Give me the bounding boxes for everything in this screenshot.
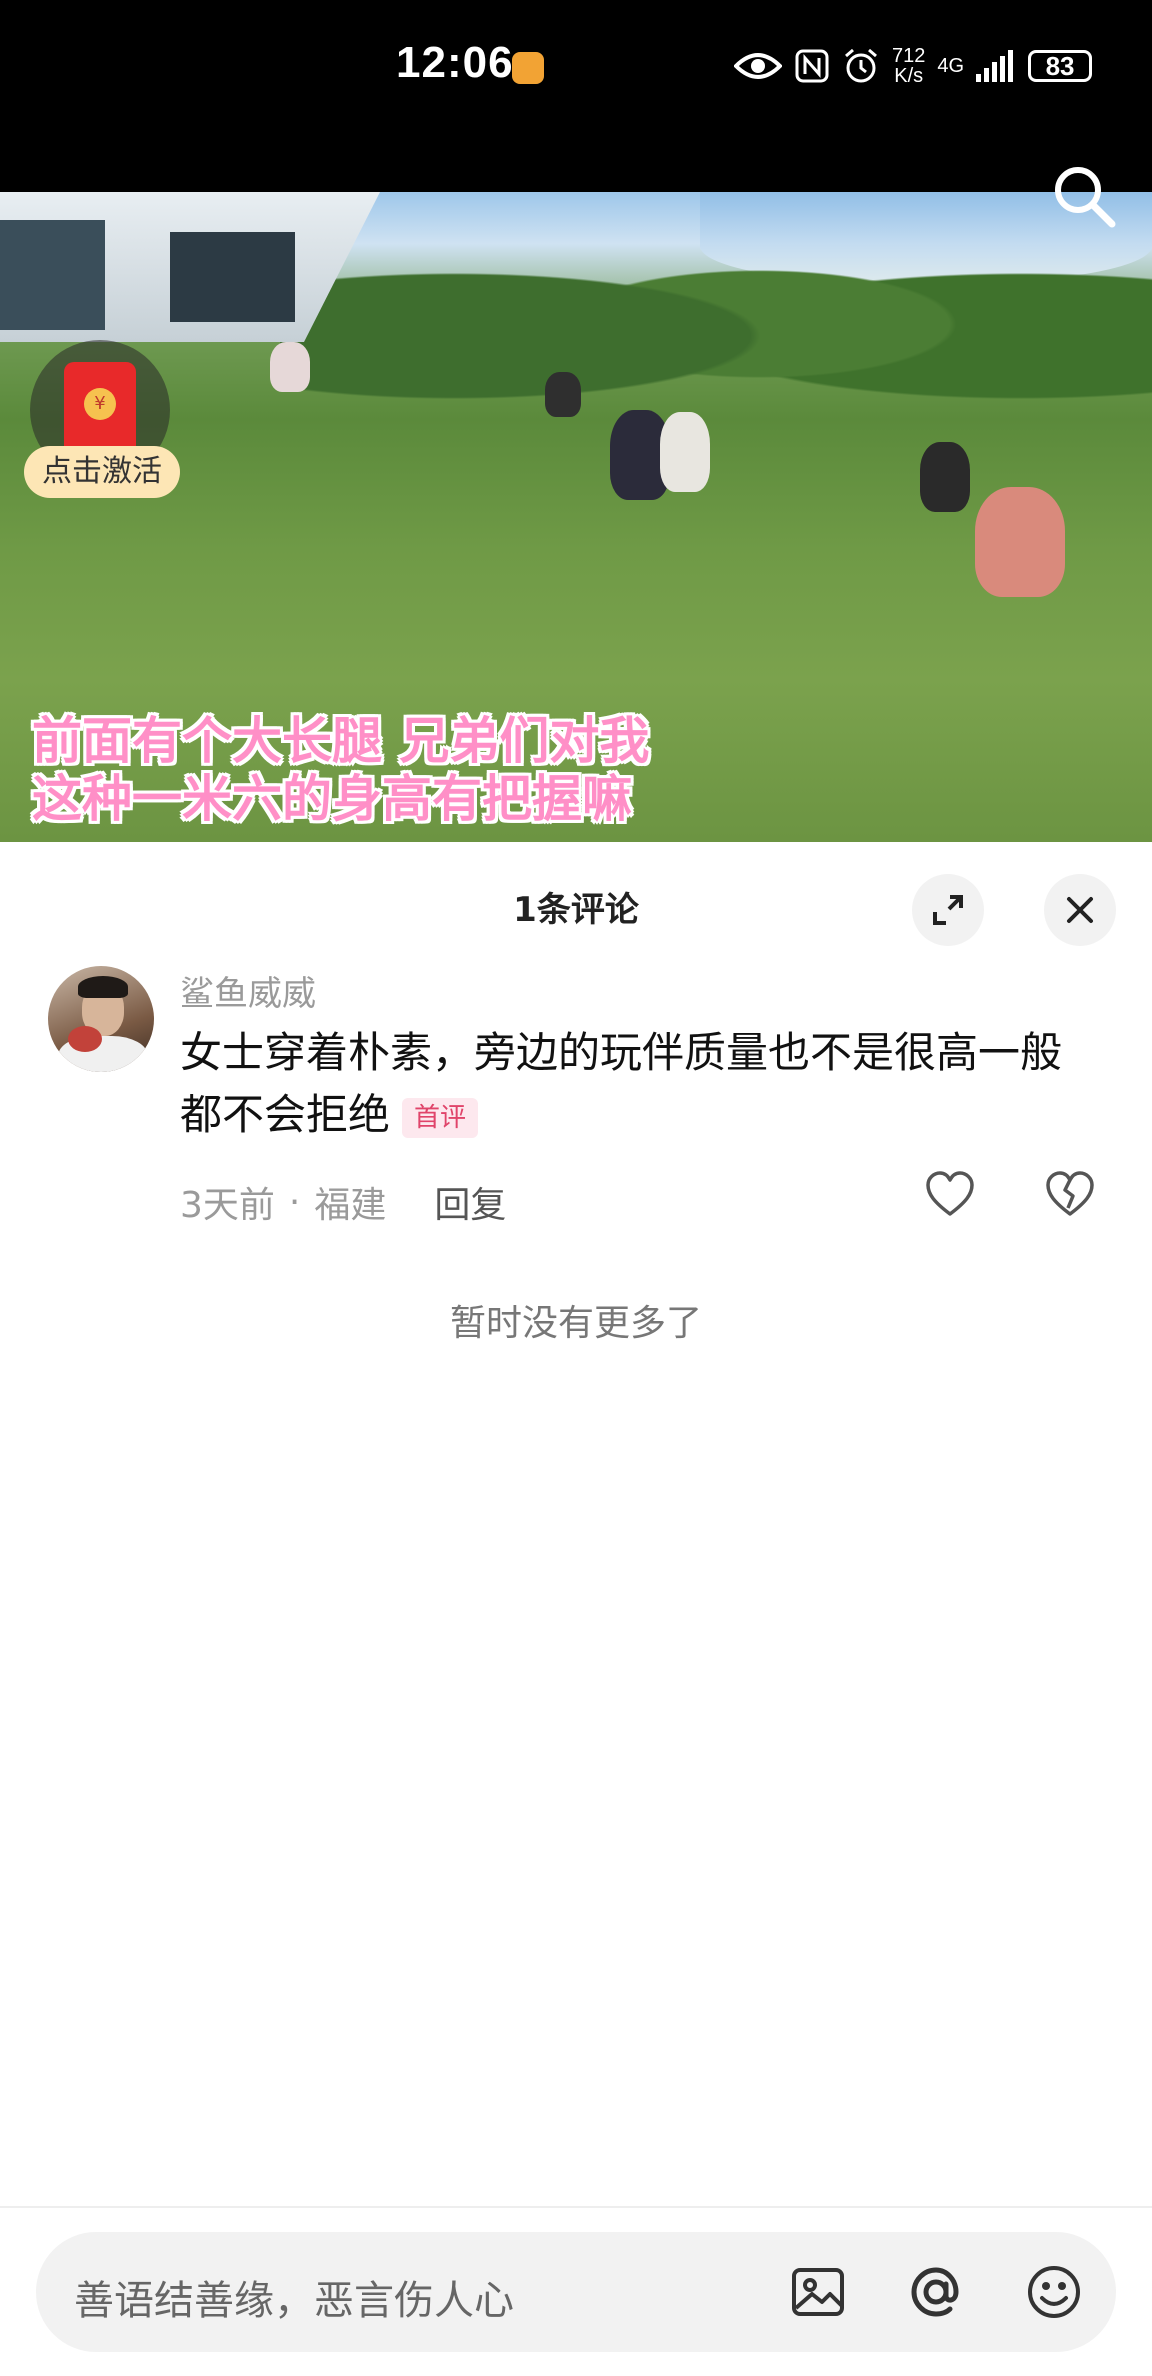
comment-sheet: 1条评论 鲨鱼威威 女士穿着朴素，旁边的玩伴质量也不是很高一般都不会拒绝 首评 3… — [0, 842, 1152, 2376]
status-indicators: 712 K/s 4G 83 — [734, 40, 1093, 92]
close-button[interactable] — [1044, 874, 1116, 946]
comment-location: 福建 — [314, 1185, 387, 1226]
video-person — [270, 342, 310, 392]
emoji-icon[interactable] — [1022, 2260, 1086, 2324]
video-top-band — [0, 120, 1152, 192]
red-envelope-icon: ¥ — [64, 362, 136, 458]
no-more-text: 暂时没有更多了 — [449, 1303, 702, 1344]
comment-body: 女士穿着朴素，旁边的玩伴质量也不是很高一般都不会拒绝 — [180, 1028, 1063, 1139]
video-person — [975, 487, 1065, 597]
status-bar: 12:06 712 K/s 4G 83 — [0, 0, 1152, 120]
close-icon — [1067, 897, 1093, 923]
meta-separator: · — [288, 1181, 301, 1223]
expand-button[interactable] — [912, 874, 984, 946]
comment-input-placeholder: 善语结善缘，恶言伤人心 — [74, 2278, 514, 2324]
video-person — [545, 372, 581, 417]
heart-icon[interactable] — [924, 1168, 976, 1220]
comment-text[interactable]: 女士穿着朴素，旁边的玩伴质量也不是很高一般都不会拒绝 首评 — [180, 1022, 1100, 1146]
network-type: 4G — [937, 55, 965, 77]
image-icon[interactable] — [786, 2260, 850, 2324]
signal-icon — [976, 50, 1014, 82]
alarm-icon — [845, 48, 877, 83]
status-time: 12:06 — [396, 38, 514, 87]
mention-icon[interactable] — [904, 2260, 968, 2324]
comment-meta: 3天前 · 福建 回复 — [180, 1176, 506, 1228]
caption-line: 这种一米六的身高有把握嘛 — [32, 770, 632, 828]
net-speed: 712 K/s — [892, 46, 925, 86]
building-window — [170, 232, 295, 322]
input-divider — [0, 2206, 1152, 2208]
video-person — [660, 412, 710, 492]
video-player[interactable]: 前面有个大长腿 兄弟们对我 这种一米六的身高有把握嘛 — [0, 192, 1152, 842]
net-speed-value: 712 — [892, 45, 926, 67]
eye-icon — [734, 53, 782, 79]
net-speed-unit: K/s — [894, 65, 924, 87]
app-notification-icon — [512, 52, 544, 84]
first-comment-badge: 首评 — [402, 1097, 479, 1138]
battery-indicator: 83 — [1028, 50, 1093, 82]
video-caption: 前面有个大长腿 兄弟们对我 这种一米六的身高有把握嘛 — [32, 712, 752, 828]
broken-heart-icon[interactable] — [1044, 1168, 1096, 1220]
coin-icon: ¥ — [84, 388, 116, 420]
comment-input[interactable]: 善语结善缘，恶言伤人心 — [36, 2232, 1116, 2352]
avatar-hair — [78, 976, 128, 998]
video-trees — [280, 192, 1152, 432]
avatar-heart-hands — [68, 1026, 102, 1052]
comment-time: 3天前 — [180, 1185, 275, 1226]
comment-username[interactable]: 鲨鱼威威 — [180, 966, 316, 1015]
expand-icon — [933, 895, 963, 925]
building-window — [0, 220, 105, 330]
caption-line: 前面有个大长腿 兄弟们对我 — [32, 712, 650, 770]
activate-button[interactable]: 点击激活 — [24, 446, 180, 498]
nfc-icon — [795, 49, 829, 83]
avatar[interactable] — [48, 966, 154, 1072]
search-icon[interactable] — [1048, 160, 1120, 232]
reply-button[interactable]: 回复 — [434, 1176, 506, 1228]
video-person — [920, 442, 970, 512]
